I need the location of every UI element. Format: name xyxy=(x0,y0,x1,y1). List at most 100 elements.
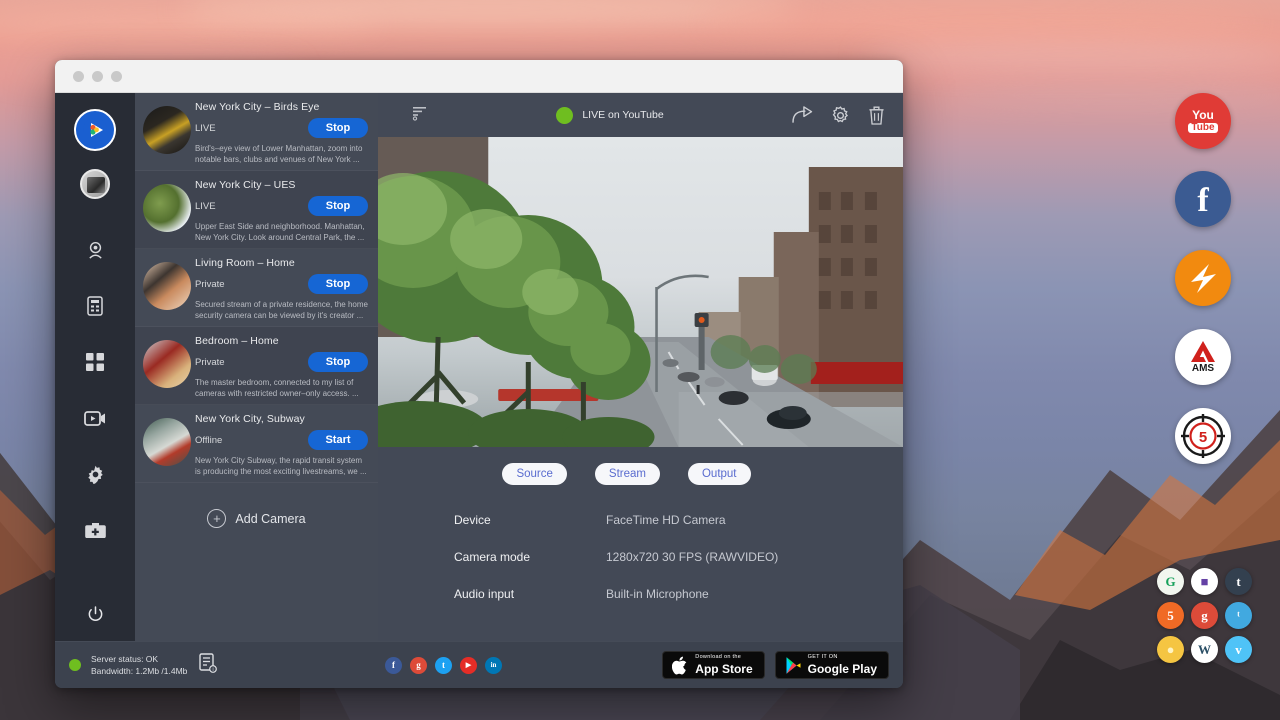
camera-list-item[interactable]: New York City, SubwayOfflineStartNew Yor… xyxy=(135,405,378,483)
detail-rows: DeviceFaceTime HD CameraCamera mode1280x… xyxy=(378,485,903,624)
camera-list-item[interactable]: New York City – Birds EyeLIVEStopBird's–… xyxy=(135,93,378,171)
camera-list: New York City – Birds EyeLIVEStopBird's–… xyxy=(135,93,378,641)
camera-state: LIVE xyxy=(195,201,308,212)
sidebar-item-settings[interactable] xyxy=(78,459,112,489)
sidebar-item-grid[interactable] xyxy=(78,347,112,377)
detail-tabs: Source Stream Output xyxy=(378,447,875,485)
social-icon-linkedin[interactable]: in xyxy=(485,657,502,674)
live-status-label: LIVE on YouTube xyxy=(582,109,663,121)
dock-mini-icon-ustream[interactable]: 5 xyxy=(1157,602,1184,629)
dock-icon-youtube[interactable]: You Tube xyxy=(1175,93,1231,149)
cloud-streak xyxy=(0,10,380,36)
sidebar-item-broadcast[interactable] xyxy=(78,403,112,433)
camera-action-button[interactable]: Stop xyxy=(308,196,368,216)
camera-list-item[interactable]: Bedroom – HomePrivateStopThe master bedr… xyxy=(135,327,378,405)
camera-thumbnail xyxy=(143,418,191,466)
dock-icon-target-five[interactable]: 5 xyxy=(1175,408,1231,464)
bandwidth-label: Bandwidth: 1.2Mb /1.4Mb xyxy=(91,665,187,677)
camera-status-row: PrivateStop xyxy=(195,274,368,294)
svg-text:i: i xyxy=(213,667,214,673)
share-button[interactable] xyxy=(792,106,813,124)
camera-status-row: LIVEStop xyxy=(195,196,368,216)
store-badge-app-store[interactable]: Download on theApp Store xyxy=(662,651,764,679)
camera-status-row: LIVEStop xyxy=(195,118,368,138)
camera-action-button[interactable]: Stop xyxy=(308,274,368,294)
app-logo[interactable] xyxy=(74,109,116,151)
log-icon[interactable]: i xyxy=(199,653,217,678)
camera-action-button[interactable]: Stop xyxy=(308,118,368,138)
dock-mini-icon-twitch[interactable]: ■ xyxy=(1191,568,1218,595)
sidebar-item-documents[interactable] xyxy=(78,291,112,321)
user-avatar[interactable] xyxy=(80,169,110,199)
zoom-button[interactable] xyxy=(111,71,122,82)
main-panel: LIVE on YouTube xyxy=(378,93,903,641)
lightning-bolt-icon xyxy=(1183,258,1223,298)
camera-action-button[interactable]: Stop xyxy=(308,352,368,372)
detail-value: Built-in Microphone xyxy=(606,587,709,601)
camera-thumbnail xyxy=(143,106,191,154)
gear-icon xyxy=(86,465,105,484)
camera-list-item[interactable]: Living Room – Home PrivateStop Secured str… xyxy=(135,249,378,327)
dock-icon-adobe-ams[interactable]: AMS xyxy=(1175,329,1231,385)
main-toolbar: LIVE on YouTube xyxy=(378,93,903,137)
dock-mini-icon-tumblr[interactable]: t xyxy=(1225,568,1252,595)
social-links: fgt ▶ in xyxy=(385,657,502,674)
facebook-f-glyph: f xyxy=(1197,182,1208,220)
dock-icon-wowza[interactable] xyxy=(1175,250,1231,306)
dock-mini-icon-grammarly[interactable]: G xyxy=(1157,568,1184,595)
delete-button[interactable] xyxy=(868,106,885,125)
settings-button[interactable] xyxy=(831,106,850,125)
live-status: LIVE on YouTube xyxy=(556,107,663,124)
toolbar-actions xyxy=(792,106,885,125)
camera-title: Living Room – Home xyxy=(195,257,368,269)
social-icon-youtube[interactable]: ▶ xyxy=(460,657,477,674)
detail-label: Audio input xyxy=(454,587,606,601)
video-play-icon xyxy=(84,410,106,427)
close-button[interactable] xyxy=(73,71,84,82)
social-icon-google-plus[interactable]: g xyxy=(410,657,427,674)
video-preview[interactable] xyxy=(378,137,903,447)
detail-row: DeviceFaceTime HD Camera xyxy=(454,513,903,527)
server-status-dot xyxy=(69,659,81,671)
trash-icon xyxy=(868,106,885,125)
cloud-streak xyxy=(180,0,800,28)
tab-stream[interactable]: Stream xyxy=(595,463,660,485)
tab-source[interactable]: Source xyxy=(502,463,566,485)
dock-mini-icon-google-plus[interactable]: g xyxy=(1191,602,1218,629)
rail-icon-list xyxy=(55,235,135,545)
store-badge-google-play[interactable]: GET IT ON Google Play xyxy=(775,651,889,679)
power-button[interactable] xyxy=(55,606,135,623)
dock-icon-facebook[interactable]: f xyxy=(1175,171,1231,227)
dock-mini-icon-sunrise[interactable]: ● xyxy=(1157,636,1184,663)
dock-mini-icon-twitter[interactable]: ᵗ xyxy=(1225,602,1252,629)
social-icon-facebook[interactable]: f xyxy=(385,657,402,674)
store-badge-small: GET IT ON xyxy=(808,655,877,661)
camera-list-item[interactable]: New York City – UESLIVEStopUpper East Si… xyxy=(135,171,378,249)
add-camera-label: Add Camera xyxy=(235,512,305,526)
social-icon-twitter[interactable]: t xyxy=(435,657,452,674)
sidebar-item-add-camera[interactable] xyxy=(78,515,112,545)
dock-mini-icon-vimeo[interactable]: v xyxy=(1225,636,1252,663)
document-list-icon xyxy=(87,296,103,316)
dock-mini-icon-wordpress[interactable]: W xyxy=(1191,636,1218,663)
camera-state: LIVE xyxy=(195,123,308,134)
live-indicator-dot xyxy=(556,107,573,124)
adobe-a-icon xyxy=(1190,340,1216,363)
camera-description: Secured stream of a private residence, t… xyxy=(195,299,368,322)
minimize-button[interactable] xyxy=(92,71,103,82)
sidebar-item-webcam[interactable] xyxy=(78,235,112,265)
plus-icon: + xyxy=(207,509,226,528)
camera-title: New York City – Birds Eye xyxy=(195,101,368,113)
detail-label: Camera mode xyxy=(454,550,606,564)
store-badges: Download on theApp Store GET IT ON Google … xyxy=(662,651,889,679)
camera-state: Private xyxy=(195,279,308,290)
sort-icon[interactable] xyxy=(412,105,428,126)
camera-thumbnail xyxy=(143,262,191,310)
tab-output[interactable]: Output xyxy=(688,463,751,485)
detail-row: Audio inputBuilt-in Microphone xyxy=(454,587,903,601)
add-camera-button[interactable]: + Add Camera xyxy=(135,483,378,528)
cloud-streak xyxy=(700,6,1260,36)
store-badge-big: Google Play xyxy=(808,663,877,675)
desktop: New York City – Birds EyeLIVEStopBird's–… xyxy=(0,0,1280,720)
camera-action-button[interactable]: Start xyxy=(308,430,368,450)
